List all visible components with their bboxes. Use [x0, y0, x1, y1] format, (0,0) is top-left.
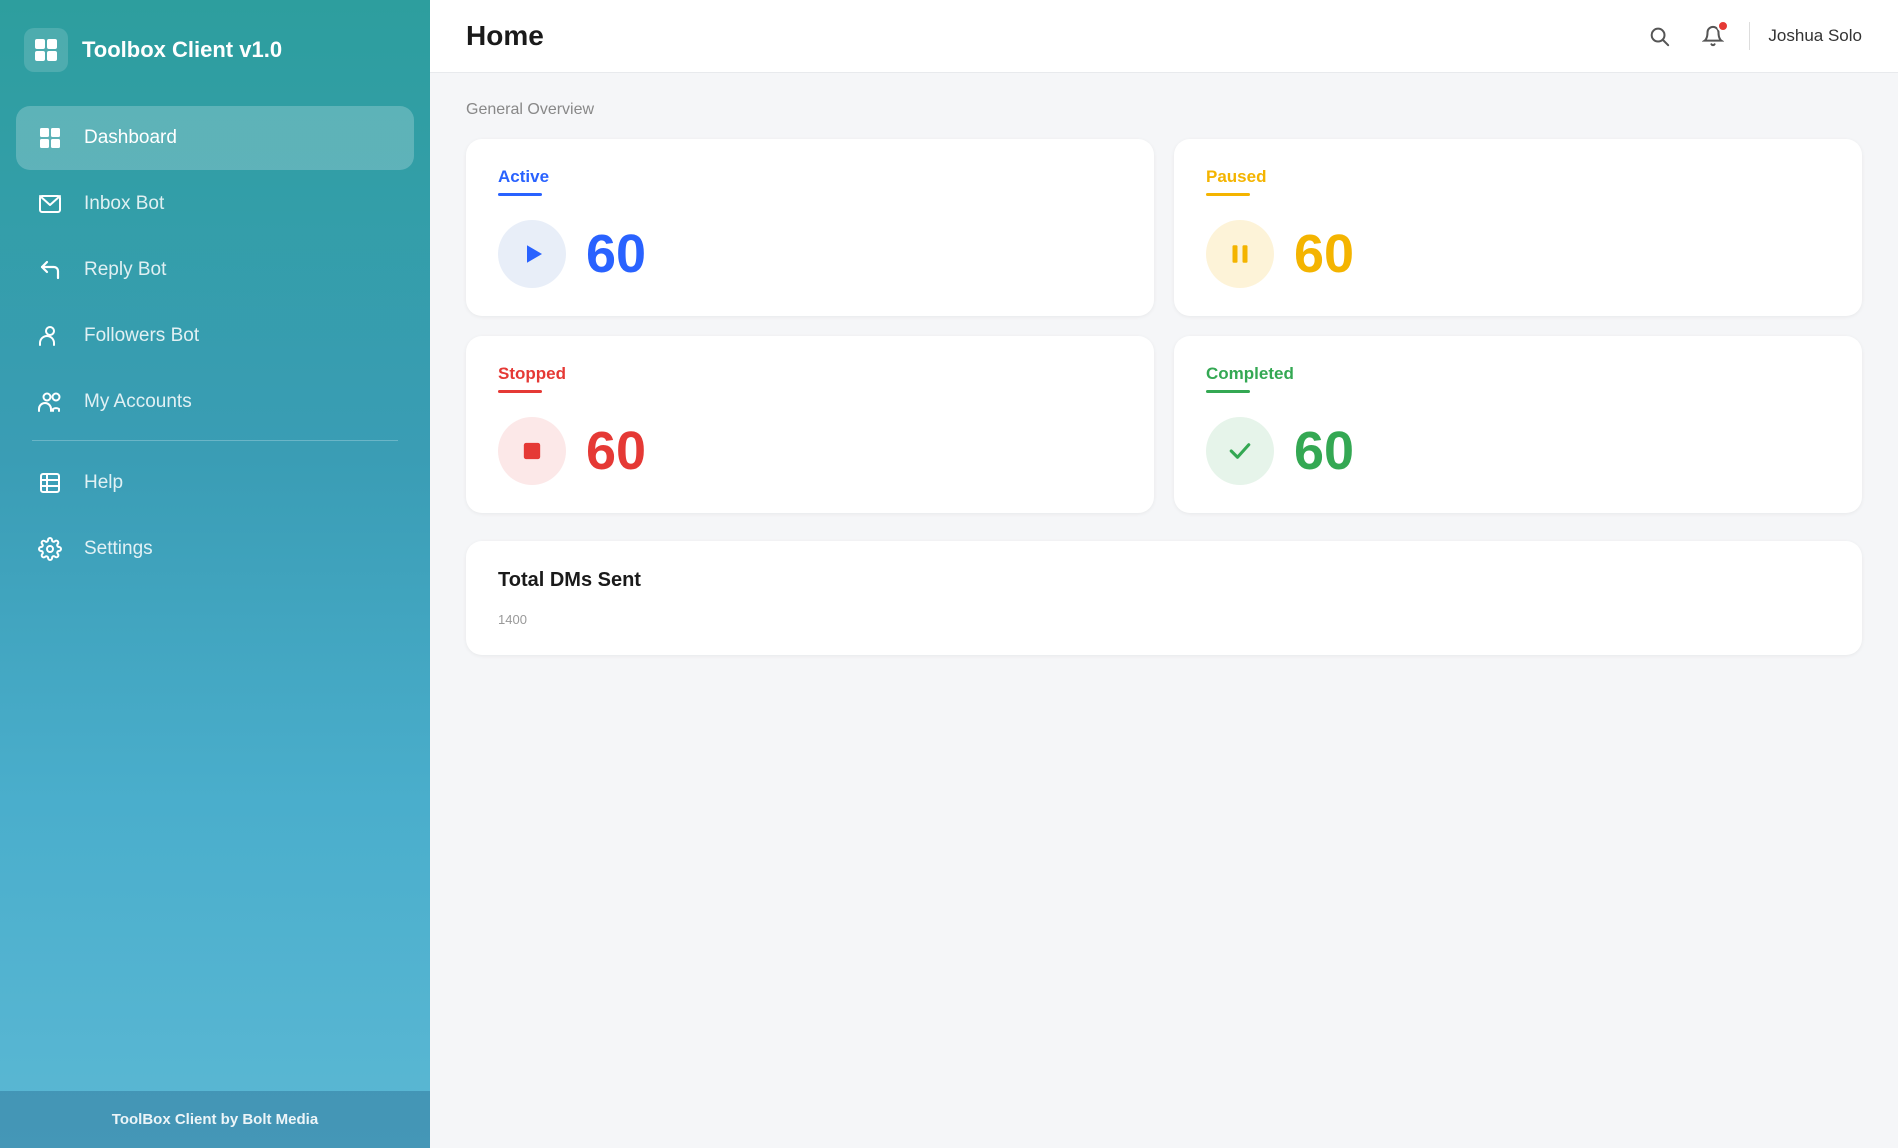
- sidebar: Toolbox Client v1.0 Dashboard: [0, 0, 430, 1148]
- stopped-card: Stopped 60: [466, 336, 1154, 513]
- sidebar-item-settings-label: Settings: [84, 538, 153, 560]
- completed-icon-circle: [1206, 417, 1274, 485]
- sidebar-item-reply-bot[interactable]: Reply Bot: [16, 238, 414, 302]
- sidebar-item-help[interactable]: Help: [16, 451, 414, 515]
- stopped-icon-circle: [498, 417, 566, 485]
- completed-card: Completed 60: [1174, 336, 1862, 513]
- paused-value: 60: [1294, 223, 1354, 285]
- sidebar-item-reply-label: Reply Bot: [84, 259, 166, 281]
- active-underline: [498, 193, 542, 196]
- help-icon: [36, 469, 64, 497]
- topbar-right: Joshua Solo: [1641, 18, 1862, 54]
- accounts-icon: [36, 388, 64, 416]
- dms-title: Total DMs Sent: [498, 569, 1830, 592]
- sidebar-header: Toolbox Client v1.0: [0, 0, 430, 96]
- stopped-underline: [498, 390, 542, 393]
- page-title: Home: [466, 20, 544, 52]
- sidebar-item-inbox-label: Inbox Bot: [84, 193, 164, 215]
- content-area: General Overview Active 60 Paused: [430, 73, 1898, 1148]
- topbar-divider: [1749, 22, 1750, 50]
- chart-label: 1400: [498, 612, 1830, 627]
- main-content: Home Joshua Solo General Overview: [430, 0, 1898, 1148]
- reply-icon: [36, 256, 64, 284]
- completed-value: 60: [1294, 420, 1354, 482]
- sidebar-item-help-label: Help: [84, 472, 123, 494]
- sidebar-item-followers-label: Followers Bot: [84, 325, 199, 347]
- footer-text: ToolBox Client by Bolt Media: [112, 1111, 318, 1128]
- completed-label: Completed: [1206, 364, 1830, 384]
- inbox-icon: [36, 190, 64, 218]
- settings-icon: [36, 535, 64, 563]
- completed-underline: [1206, 390, 1250, 393]
- paused-label: Paused: [1206, 167, 1830, 187]
- app-logo: [24, 28, 68, 72]
- nav-divider: [32, 440, 398, 441]
- active-value-row: 60: [498, 220, 1122, 288]
- section-title: General Overview: [466, 101, 1862, 119]
- active-card: Active 60: [466, 139, 1154, 316]
- sidebar-footer: ToolBox Client by Bolt Media: [0, 1091, 430, 1148]
- user-name: Joshua Solo: [1768, 26, 1862, 46]
- paused-card: Paused 60: [1174, 139, 1862, 316]
- app-title: Toolbox Client v1.0: [82, 37, 282, 63]
- search-button[interactable]: [1641, 18, 1677, 54]
- paused-underline: [1206, 193, 1250, 196]
- dms-section: Total DMs Sent 1400: [466, 541, 1862, 655]
- active-label: Active: [498, 167, 1122, 187]
- stopped-value: 60: [586, 420, 646, 482]
- followers-icon: [36, 322, 64, 350]
- sidebar-item-inbox-bot[interactable]: Inbox Bot: [16, 172, 414, 236]
- sidebar-item-dashboard-label: Dashboard: [84, 127, 177, 149]
- overview-grid: Active 60 Paused: [466, 139, 1862, 513]
- notification-button[interactable]: [1695, 18, 1731, 54]
- sidebar-item-accounts-label: My Accounts: [84, 391, 192, 413]
- active-icon-circle: [498, 220, 566, 288]
- paused-icon-circle: [1206, 220, 1274, 288]
- topbar: Home Joshua Solo: [430, 0, 1898, 73]
- sidebar-item-dashboard[interactable]: Dashboard: [16, 106, 414, 170]
- stopped-value-row: 60: [498, 417, 1122, 485]
- notification-badge: [1717, 20, 1729, 32]
- dashboard-icon: [36, 124, 64, 152]
- paused-value-row: 60: [1206, 220, 1830, 288]
- sidebar-item-settings[interactable]: Settings: [16, 517, 414, 581]
- stopped-label: Stopped: [498, 364, 1122, 384]
- sidebar-nav: Dashboard Inbox Bot Reply Bot: [0, 96, 430, 1091]
- active-value: 60: [586, 223, 646, 285]
- completed-value-row: 60: [1206, 417, 1830, 485]
- sidebar-item-my-accounts[interactable]: My Accounts: [16, 370, 414, 434]
- sidebar-item-followers-bot[interactable]: Followers Bot: [16, 304, 414, 368]
